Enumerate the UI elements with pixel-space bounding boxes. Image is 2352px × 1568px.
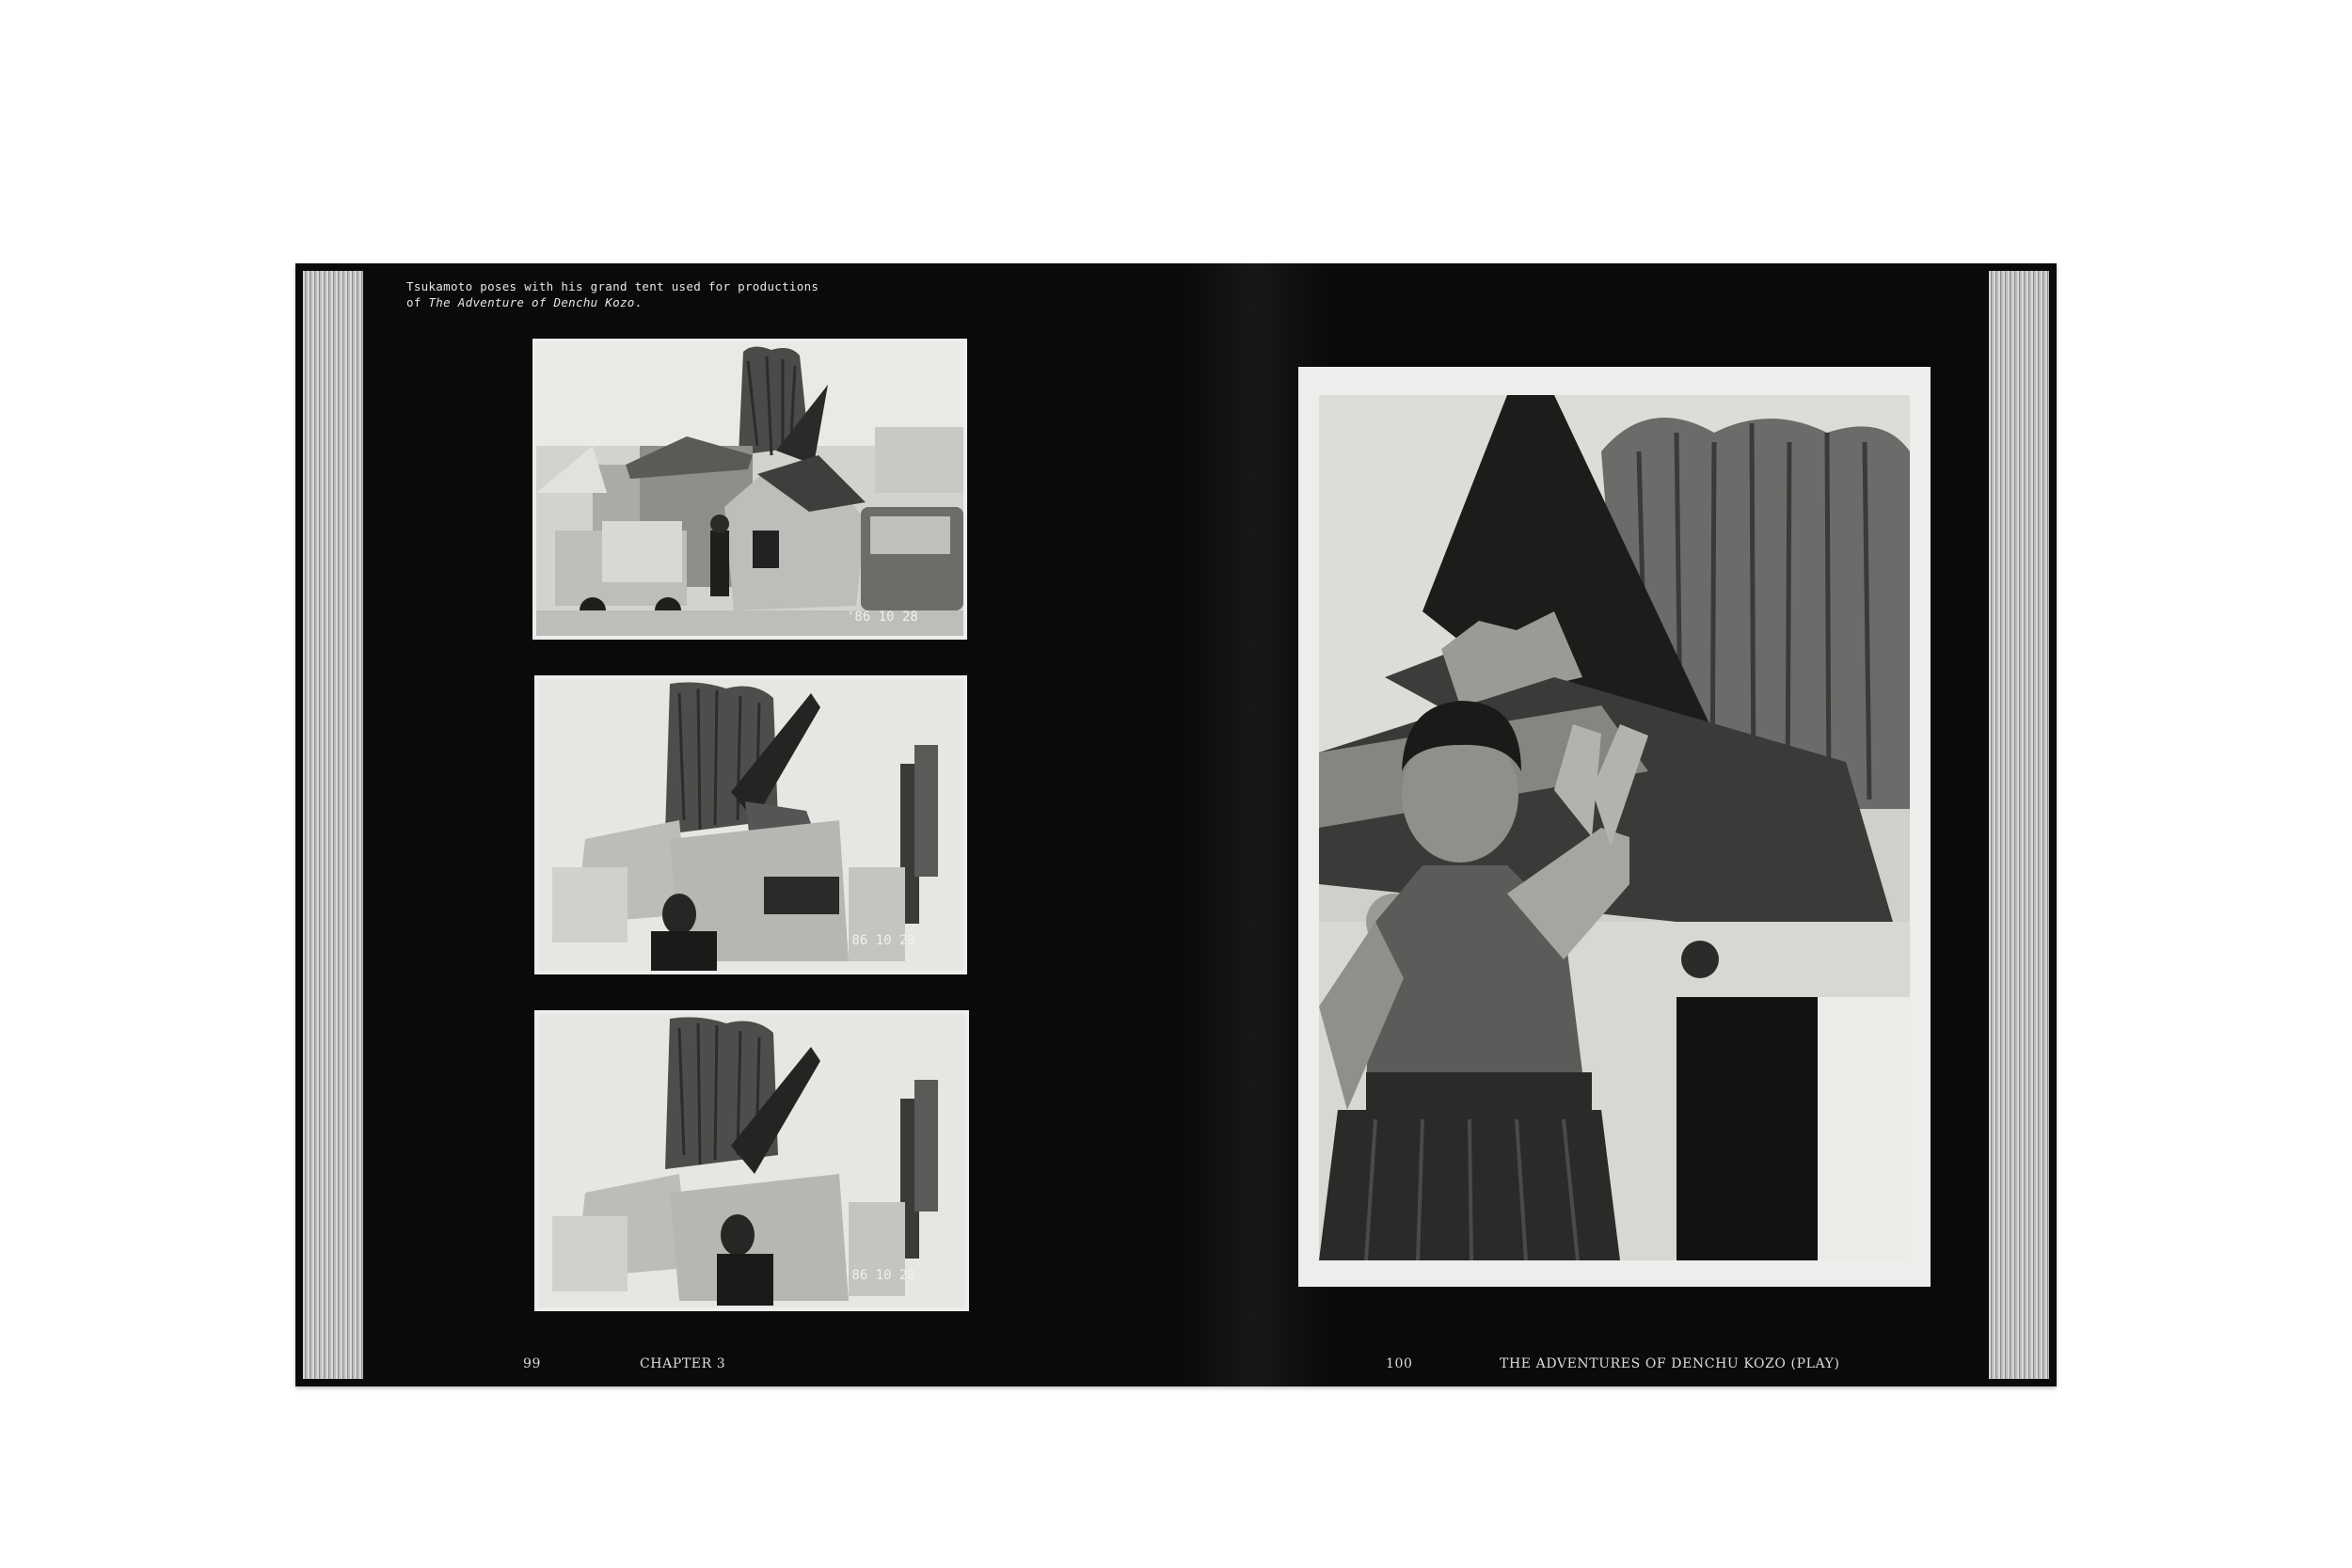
left-page-number: 99 (523, 1356, 542, 1371)
photo-tent-street-wide: '86 10 28 (532, 339, 967, 640)
photo-caption: Tsukamoto poses with his grand tent used… (406, 278, 896, 310)
photo-3-image: '86 10 28 (538, 1014, 965, 1307)
photo-tsukamoto-portrait-peace-sign (1298, 367, 1931, 1287)
caption-line-2: of The Adventure of Denchu Kozo. (406, 294, 896, 310)
right-running-head: THE ADVENTURES OF DENCHU KOZO (PLAY) (1500, 1356, 1840, 1371)
photo-2-image: '86 10 28 (538, 679, 963, 971)
left-page-edges (303, 271, 363, 1379)
photo-4-image (1319, 395, 1910, 1260)
left-running-head: CHAPTER 3 (640, 1356, 726, 1371)
caption-line-1: Tsukamoto poses with his grand tent used… (406, 279, 819, 293)
photo-2-date-stamp: '86 10 28 (844, 933, 915, 948)
caption-suffix: . (634, 295, 643, 309)
right-page-number: 100 (1386, 1356, 1413, 1371)
photo-tent-low-angle-2: '86 10 28 (534, 1010, 969, 1311)
photo-tent-low-angle-1: '86 10 28 (534, 675, 967, 974)
open-book-spread: Tsukamoto poses with his grand tent used… (295, 263, 2057, 1386)
photo-3-date-stamp: '86 10 28 (844, 1268, 915, 1283)
photo-1-date-stamp: '86 10 28 (847, 610, 918, 625)
photo-1-image: '86 10 28 (536, 342, 963, 636)
caption-prefix: of (406, 295, 429, 309)
caption-play-title: The Adventure of Denchu Kozo (428, 295, 635, 309)
right-page-edges (1989, 271, 2049, 1379)
